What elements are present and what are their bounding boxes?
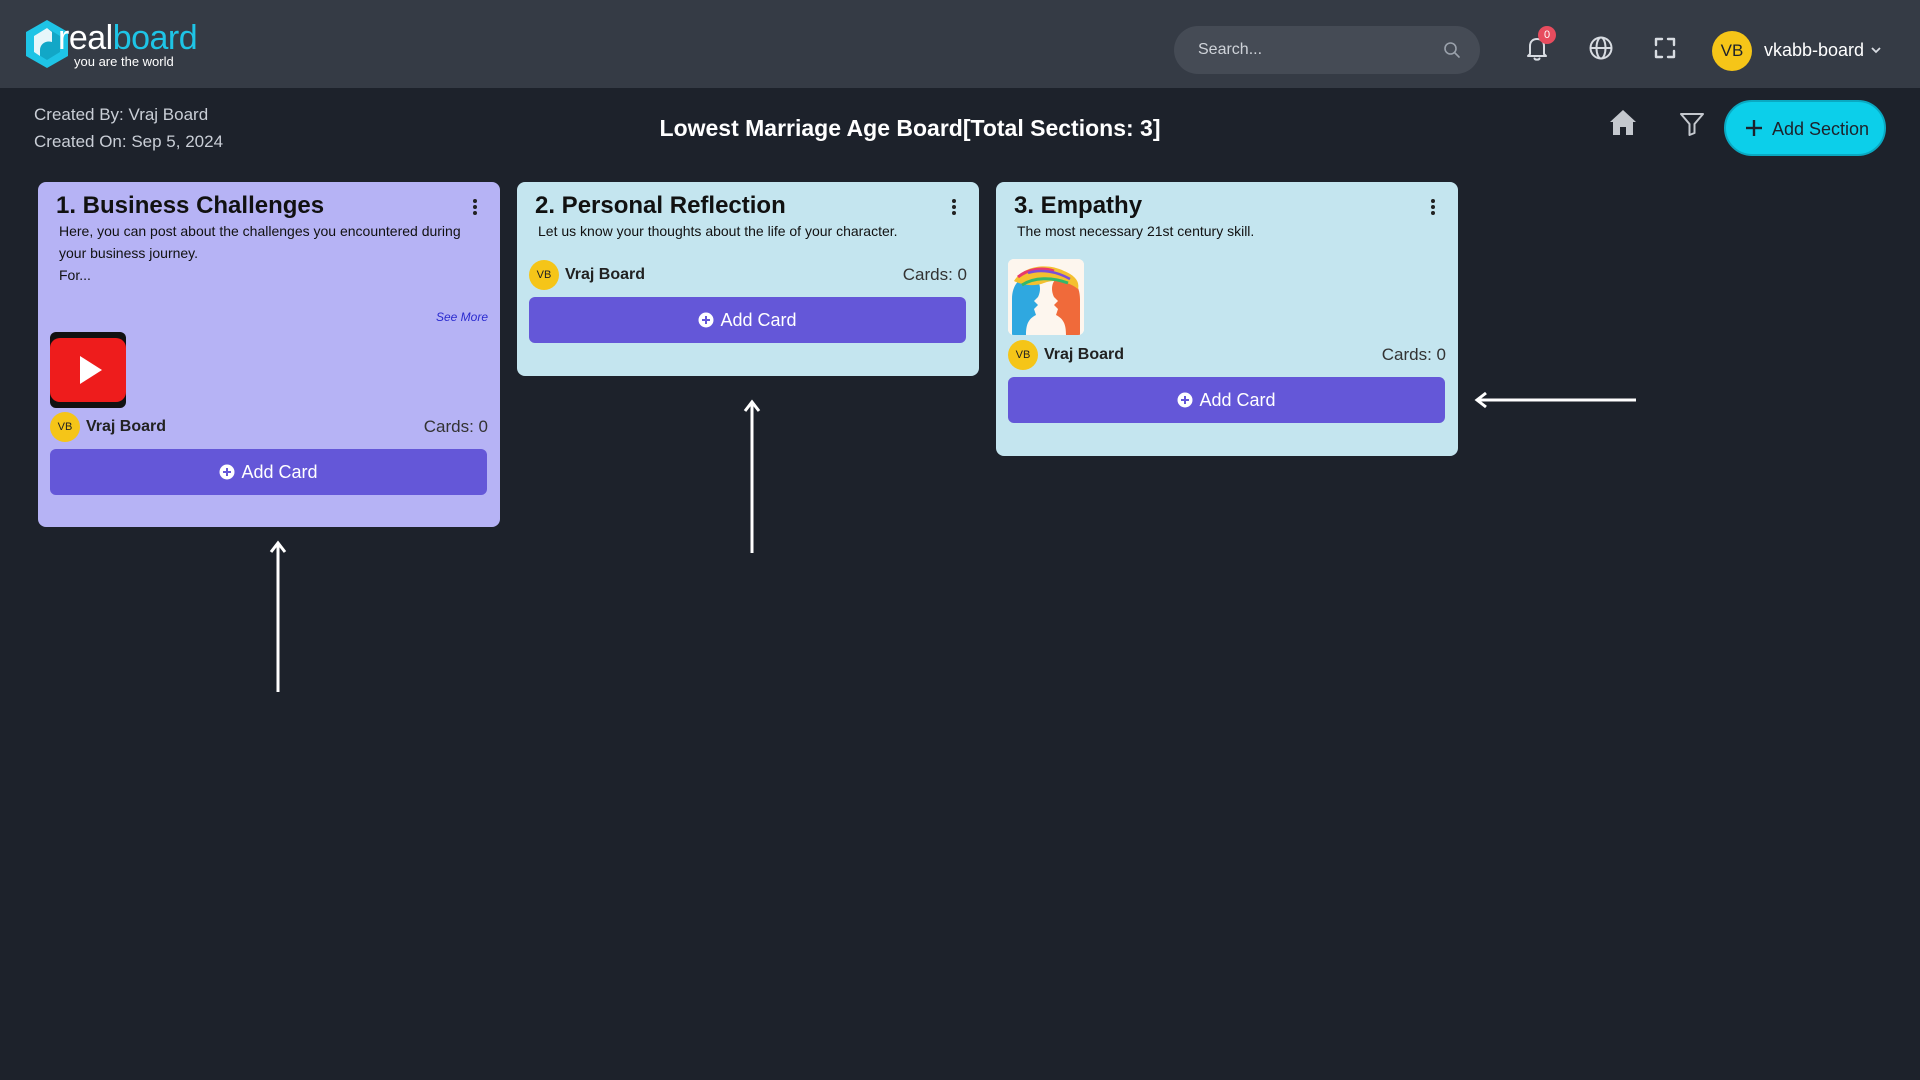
cards-count: Cards: 0 — [1381, 345, 1446, 364]
logo-word-part2: board — [112, 19, 198, 57]
logo-tagline: you are the world — [74, 54, 174, 69]
plus-icon — [1746, 120, 1762, 136]
owner-avatar: VB — [50, 412, 80, 442]
cards-count: Cards: 0 — [423, 417, 488, 436]
add-section-label: Add Section — [1772, 119, 1870, 139]
section-title: 1. Business Challenges — [56, 192, 325, 219]
cards-count: Cards: 0 — [902, 265, 967, 284]
add-card-label: Add Card — [241, 462, 318, 482]
section-description-more: For... — [59, 267, 91, 283]
owner-name: Vraj Board — [86, 418, 167, 435]
annotation-arrow-up-2 — [743, 399, 761, 553]
more-options-icon[interactable] — [472, 198, 478, 216]
chevron-down-icon[interactable] — [1870, 44, 1882, 56]
empathy-faces-illustration — [1008, 259, 1084, 335]
search-input[interactable]: Search... — [1174, 26, 1480, 74]
owner-name: Vraj Board — [1044, 346, 1125, 363]
user-avatar[interactable]: VB — [1712, 31, 1752, 71]
more-options-icon[interactable] — [951, 198, 957, 216]
section-title: 3. Empathy — [1014, 192, 1143, 219]
plus-circle-icon — [1177, 392, 1193, 408]
section-card-business-challenges: 1. Business Challenges Here, you can pos… — [38, 182, 500, 527]
globe-icon[interactable] — [1586, 33, 1616, 63]
add-card-label: Add Card — [720, 310, 797, 330]
board-title: Lowest Marriage Age Board[Total Sections… — [659, 115, 1161, 141]
logo-wordmark: realboard — [58, 19, 198, 57]
section-card-personal-reflection: 2. Personal Reflection Let us know your … — [517, 182, 979, 376]
realboard-logo[interactable]: realboard you are the world — [22, 16, 198, 74]
see-more-link[interactable]: See More — [436, 310, 488, 324]
owner-name: Vraj Board — [565, 266, 646, 283]
plus-circle-icon — [698, 312, 714, 328]
more-options-icon[interactable] — [1430, 198, 1436, 216]
top-navbar: realboard you are the world Search... 0 … — [0, 0, 1920, 88]
section-title: 2. Personal Reflection — [535, 192, 786, 219]
logo-word-part1: real — [58, 19, 113, 57]
add-card-button[interactable]: Add Card — [1008, 377, 1445, 423]
plus-circle-icon — [219, 464, 235, 480]
owner-avatar: VB — [529, 260, 559, 290]
search-icon[interactable] — [1442, 40, 1462, 60]
owner-avatar: VB — [1008, 340, 1038, 370]
section-description: Let us know your thoughts about the life… — [538, 223, 898, 239]
annotation-arrow-left — [1474, 391, 1636, 409]
section-description-text: Here, you can post about the challenges … — [59, 223, 461, 261]
add-card-label: Add Card — [1199, 390, 1276, 410]
empathy-image-thumbnail[interactable] — [1008, 259, 1084, 335]
notification-count-badge: 0 — [1538, 26, 1556, 44]
home-icon[interactable] — [1606, 106, 1640, 140]
add-card-button[interactable]: Add Card — [50, 449, 487, 495]
add-section-button[interactable]: Add Section — [1724, 100, 1886, 156]
youtube-play-icon — [50, 338, 126, 402]
section-description: Here, you can post about the challenges … — [59, 220, 479, 286]
section-card-empathy: 3. Empathy The most necessary 21st centu… — [996, 182, 1458, 456]
youtube-video-thumbnail[interactable] — [50, 332, 126, 408]
fullscreen-icon[interactable] — [1650, 33, 1680, 63]
add-card-button[interactable]: Add Card — [529, 297, 966, 343]
user-menu-name[interactable]: vkabb-board — [1764, 40, 1864, 61]
section-description: The most necessary 21st century skill. — [1017, 223, 1255, 239]
annotation-arrow-up-1 — [269, 540, 287, 692]
filter-icon[interactable] — [1678, 110, 1706, 138]
search-placeholder: Search... — [1198, 41, 1263, 58]
